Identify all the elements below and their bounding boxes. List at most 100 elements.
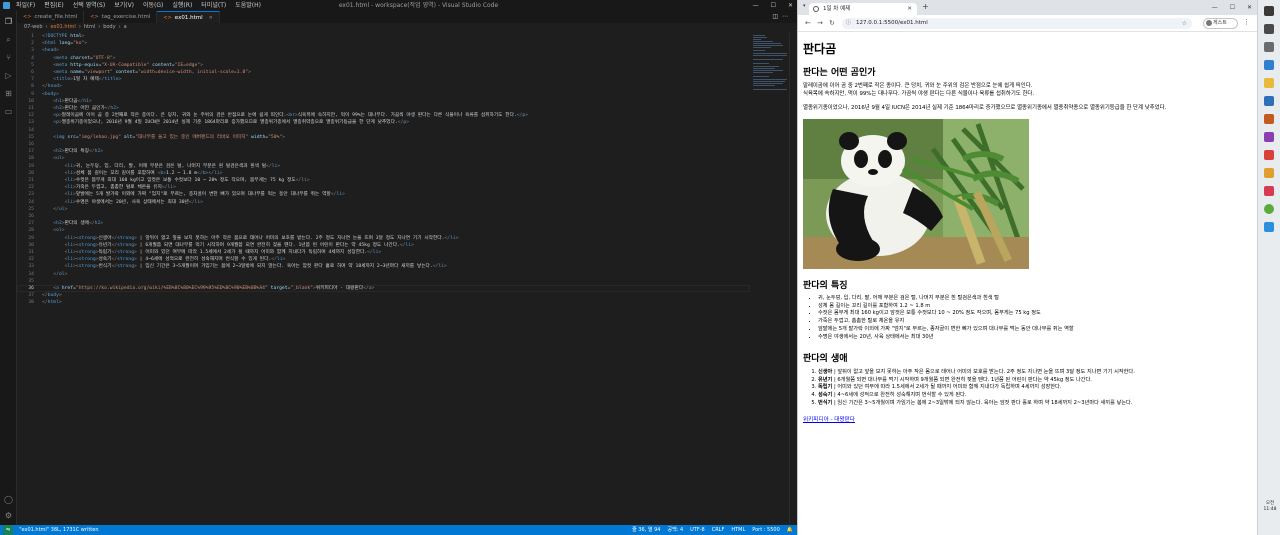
code-line[interactable]: 15 <img src="img/lehao.jpg" alt="대나무를 들고…	[17, 134, 757, 141]
account-icon[interactable]: ◯	[4, 495, 13, 504]
code-line[interactable]: 30 <li><strong>유년기</strong> | 6개월쯤 되면 대나…	[17, 242, 757, 249]
minimap[interactable]	[753, 33, 787, 93]
menu-help[interactable]: 도움말(H)	[235, 0, 261, 11]
split-editor-icon[interactable]: ◫	[772, 13, 782, 20]
address-bar[interactable]: ⓘ 127.0.0.1:5500/ex01.html ☆	[842, 18, 1192, 29]
cursor-position[interactable]: 줄 36, 열 94	[632, 525, 660, 535]
code-editor[interactable]: 1 <!DOCTYPE html> 2 <html lang="ko"> 3 <head>…	[17, 33, 797, 525]
code-line[interactable]: 5 <meta http-equiv="X-UA-Compatible" con…	[17, 62, 757, 69]
run-debug-icon[interactable]: ▷	[4, 71, 13, 80]
start-icon[interactable]	[1264, 6, 1274, 16]
back-icon[interactable]: ←	[805, 17, 811, 30]
code-line[interactable]: 4 <meta charset="UTF-8">	[17, 55, 757, 62]
close-icon[interactable]: ✕	[1247, 0, 1252, 15]
vscode-icon[interactable]	[1264, 222, 1274, 232]
more-actions-icon[interactable]: ⋯	[782, 13, 792, 20]
encoding[interactable]: UTF-8	[690, 525, 705, 535]
search-icon[interactable]	[1264, 24, 1274, 34]
menu-go[interactable]: 이동(G)	[143, 0, 163, 11]
code-line[interactable]: 25 </ul>	[17, 206, 757, 213]
code-line[interactable]: 20 <li>성체 몸 길이는 꼬리 길이를 포함하여 <b>1.2 ~ 1.8…	[17, 170, 757, 177]
wikipedia-link[interactable]: 위키피디아 - 대왕판다	[803, 415, 855, 423]
forward-icon[interactable]: →	[817, 17, 823, 30]
app-icon[interactable]	[1264, 168, 1274, 178]
app-icon[interactable]	[1264, 114, 1274, 124]
reload-icon[interactable]: ↻	[829, 17, 835, 30]
line-ending[interactable]: CRLF	[712, 525, 725, 535]
code-line[interactable]: 36 <a href="https://ko.wikipedia.org/wik…	[17, 285, 757, 293]
code-line[interactable]: 26	[17, 213, 757, 220]
menu-view[interactable]: 보기(V)	[114, 0, 134, 11]
code-line[interactable]: 32 <li><strong>성숙기</strong> | 4~6세에 성적으로…	[17, 256, 757, 263]
source-control-icon[interactable]: ⑂	[4, 53, 13, 62]
code-line[interactable]: 6 <meta name="viewport" content="width=d…	[17, 69, 757, 76]
code-line[interactable]: 27 <h2>판다의 생애</h2>	[17, 220, 757, 227]
code-line[interactable]: 31 <li><strong>독립기</strong> | 어미와 있던 여부에…	[17, 249, 757, 256]
extensions-icon[interactable]: ⊞	[4, 89, 13, 98]
app-icon[interactable]	[1264, 132, 1274, 142]
folder-icon[interactable]	[1264, 78, 1274, 88]
remote-indicator-icon[interactable]: ⇋	[3, 525, 14, 535]
breadcrumb-item[interactable]: body	[103, 23, 115, 32]
close-icon[interactable]: ✕	[788, 0, 793, 11]
code-line[interactable]: 3 <head>	[17, 47, 757, 54]
code-line[interactable]: 28 <ol>	[17, 227, 757, 234]
code-line[interactable]: 1 <!DOCTYPE html>	[17, 33, 757, 40]
breadcrumb-item[interactable]: a	[124, 23, 127, 32]
minimize-icon[interactable]: —	[753, 0, 759, 11]
app-icon[interactable]	[1264, 150, 1274, 160]
tab-search-icon[interactable]: ▾	[803, 3, 806, 9]
tab-create-file[interactable]: <> create_file.html	[17, 11, 85, 23]
code-line[interactable]: 22 <li>가죽은 두껍고, 촘촘한 털로 체온을 유지</li>	[17, 184, 757, 191]
code-line[interactable]: 8 </head>	[17, 83, 757, 90]
breadcrumb-item[interactable]: html	[84, 23, 95, 32]
code-line[interactable]: 13 <p>멸종위기종이었으나, 2016년 9월 4일 IUCN은 2014년…	[17, 119, 757, 126]
minimize-icon[interactable]: —	[1212, 0, 1218, 15]
code-line[interactable]: 34 </ol>	[17, 271, 757, 278]
task-view-icon[interactable]	[1264, 42, 1274, 52]
app-icon[interactable]	[1264, 96, 1274, 106]
code-line[interactable]: 35	[17, 278, 757, 285]
code-line[interactable]: 38 </html>	[17, 299, 757, 306]
guest-profile-button[interactable]: 게스트	[1203, 18, 1238, 29]
breadcrumb-item[interactable]: 07-web	[24, 23, 43, 32]
browser-menu-icon[interactable]: ⋮	[1243, 18, 1250, 26]
tab-ex01[interactable]: <> ex01.html ✕	[157, 11, 220, 24]
code-line[interactable]: 21 <li>수컷은 몸무게 최대 160 kg이고 암컷은 보통 수컷보다 1…	[17, 177, 757, 184]
remote-explorer-icon[interactable]: ▭	[4, 107, 13, 116]
code-line[interactable]: 9 <body>	[17, 91, 757, 98]
code-line[interactable]: 18 <ul>	[17, 155, 757, 162]
menu-run[interactable]: 실행(R)	[172, 0, 192, 11]
tab-tag-exercise[interactable]: <> tag_exercise.html	[84, 11, 158, 23]
bookmark-star-icon[interactable]: ☆	[1182, 18, 1187, 29]
editor-scrollbar[interactable]	[789, 33, 797, 525]
code-line[interactable]: 12 <p>말레이곰에 이어 곰 중 2번째로 작은 종이다. 큰 덩치, 귀와…	[17, 112, 757, 119]
menu-selection[interactable]: 선택 영역(S)	[73, 0, 105, 11]
taskbar-clock[interactable]: 오전 11:48	[1259, 501, 1280, 513]
code-line[interactable]: 11 <h2>판다는 어떤 곰인가</h2>	[17, 105, 757, 112]
code-line[interactable]: 19 <li>귀, 눈두덩, 입, 다리, 팔, 어깨 부분은 검은 털, 나머…	[17, 163, 757, 170]
breadcrumb-item[interactable]: ex01.html	[51, 23, 76, 32]
search-icon[interactable]: ⌕	[4, 35, 13, 44]
code-line[interactable]: 29 <li><strong>신생아</strong> | 앞뒤이 없고 앞을 …	[17, 235, 757, 242]
code-line[interactable]: 24 <li>수명은 야생에서는 20년, 사육 상태에서는 최대 30년</l…	[17, 199, 757, 206]
site-info-icon[interactable]: ⓘ	[846, 18, 851, 29]
maximize-icon[interactable]: ☐	[771, 0, 776, 11]
tab-close-icon[interactable]: ✕	[907, 3, 912, 15]
app-icon[interactable]	[1264, 60, 1274, 70]
live-server-port[interactable]: Port : 5500	[752, 525, 780, 535]
code-line[interactable]: 2 <html lang="ko">	[17, 40, 757, 47]
code-line[interactable]: 23 <li>앞발에는 5개 발가락 이외에 가짜 "엄지"로 부르는, 종자골…	[17, 191, 757, 198]
browser-tab-active[interactable]: 1일 차 예제 ✕	[809, 3, 917, 15]
code-line[interactable]: 7 <title>1일 차 예제</title>	[17, 76, 757, 83]
menu-terminal[interactable]: 터미널(T)	[201, 0, 226, 11]
code-line[interactable]: 33 <li><strong>번식기</strong> | 임신 기간은 3~5…	[17, 263, 757, 270]
menu-file[interactable]: 파일(F)	[16, 0, 35, 11]
code-line[interactable]: 16	[17, 141, 757, 148]
app-icon[interactable]	[1264, 186, 1274, 196]
code-line[interactable]: 17 <h2>판다의 특징</h2>	[17, 148, 757, 155]
settings-gear-icon[interactable]: ⚙	[4, 511, 13, 520]
tab-close-icon[interactable]: ✕	[209, 12, 213, 24]
code-line[interactable]: 14	[17, 127, 757, 134]
code-line[interactable]: 37 </body>	[17, 292, 757, 299]
